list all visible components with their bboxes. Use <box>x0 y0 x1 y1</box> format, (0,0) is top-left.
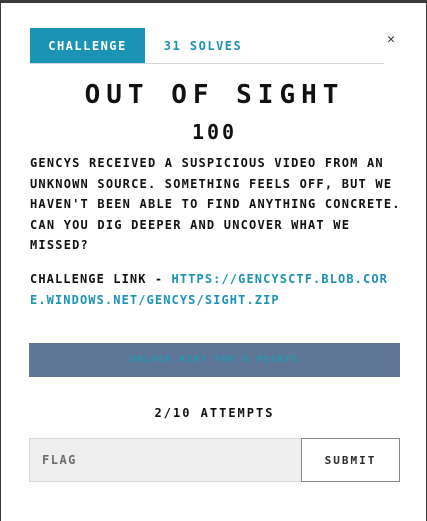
tab-solves[interactable]: 31 SOLVES <box>148 28 258 63</box>
unlock-hint-button[interactable]: UNLOCK HINT FOR 0 POINTS <box>29 343 400 377</box>
submit-button[interactable]: SUBMIT <box>301 438 400 482</box>
close-icon[interactable]: ✕ <box>384 33 398 47</box>
challenge-description: GENCYS RECEIVED A SUSPICIOUS VIDEO FROM … <box>30 156 401 252</box>
tab-challenge[interactable]: CHALLENGE <box>30 28 145 63</box>
challenge-link-label: CHALLENGE LINK - <box>30 272 172 286</box>
challenge-link-block: CHALLENGE LINK - HTTPS://GENCYSCTF.BLOB.… <box>30 269 402 310</box>
challenge-title: OUT OF SIGHT <box>84 80 345 110</box>
modal-top-border <box>1 0 427 3</box>
modal-tabs: CHALLENGE 31 SOLVES <box>30 28 384 64</box>
flag-input[interactable] <box>29 438 301 482</box>
attempts-counter: 2/10 ATTEMPTS <box>154 406 275 420</box>
challenge-modal: CHALLENGE 31 SOLVES ✕ OUT OF SIGHT 100 G… <box>0 0 427 521</box>
challenge-points: 100 <box>191 120 238 144</box>
